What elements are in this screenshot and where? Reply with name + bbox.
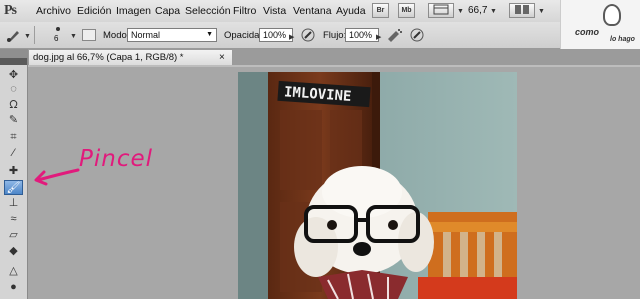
tools-panel-header[interactable]: [0, 58, 27, 65]
flow-label: Flujo:: [323, 30, 347, 41]
eraser-tool-icon[interactable]: ▱: [4, 228, 23, 243]
menu-filtro[interactable]: Filtro: [233, 5, 256, 17]
menu-edicion[interactable]: Edición: [77, 5, 111, 17]
arrange-caret-icon[interactable]: ▼: [538, 8, 545, 15]
flow-caret-icon[interactable]: ▶: [376, 33, 381, 41]
mode-select[interactable]: Normal ▼: [127, 28, 217, 42]
document-tab[interactable]: dog.jpg al 66,7% (Capa 1, RGB/8) * ×: [28, 49, 233, 65]
dog-photo: IMLOVINE: [238, 72, 517, 299]
quick-select-tool-icon[interactable]: ✎: [4, 113, 23, 128]
mini-bridge-button[interactable]: Mb: [398, 3, 415, 18]
document-tab-title: dog.jpg al 66,7% (Capa 1, RGB/8) *: [33, 52, 184, 63]
mode-value: Normal: [131, 30, 161, 40]
menu-ventana[interactable]: Ventana: [293, 5, 332, 17]
brand-logo: como lo hago: [560, 0, 640, 52]
mode-caret-icon: ▼: [206, 31, 213, 38]
menu-archivo[interactable]: Archivo: [36, 5, 71, 17]
arrange-documents-button[interactable]: [509, 3, 535, 18]
brush-tool-icon[interactable]: 🖌: [4, 180, 23, 195]
tablet-opacity-pressure-icon[interactable]: [300, 27, 316, 43]
guides-icon: [433, 4, 449, 15]
lasso-tool-icon[interactable]: ᘯ: [4, 98, 23, 113]
opacity-field[interactable]: 100%: [259, 28, 293, 42]
healing-tool-icon[interactable]: ✚: [4, 164, 23, 179]
flow-field[interactable]: 100%: [345, 28, 379, 42]
app-logo: Ps: [4, 3, 17, 18]
menu-ayuda[interactable]: Ayuda: [336, 5, 366, 17]
lightbulb-icon: [603, 4, 621, 26]
brush-size[interactable]: 6: [54, 34, 58, 43]
brand-text-line2: lo hago: [610, 36, 635, 43]
brush-panel-toggle-icon[interactable]: [82, 29, 96, 41]
stamp-tool-icon[interactable]: ⊥: [4, 196, 23, 211]
tablet-size-pressure-icon[interactable]: [409, 27, 425, 43]
annotation-label: Pincel: [79, 146, 154, 172]
airbrush-icon[interactable]: [386, 27, 402, 43]
opacity-caret-icon[interactable]: ▶: [289, 33, 294, 41]
canvas-photo[interactable]: IMLOVINE: [238, 72, 517, 299]
bridge-button[interactable]: Br: [372, 3, 389, 18]
bucket-tool-icon[interactable]: ◆: [4, 244, 23, 259]
options-bar: ▼ 6 ▼ Modo: Normal ▼ Opacidad: 100% ▶ Fl…: [0, 22, 560, 49]
close-tab-icon[interactable]: ×: [219, 50, 225, 65]
menu-seleccion[interactable]: Selección: [185, 5, 231, 17]
dodge-tool-icon[interactable]: ●: [4, 280, 23, 295]
blur-tool-icon[interactable]: △: [4, 264, 23, 279]
tool-preset-caret-icon[interactable]: ▼: [24, 33, 31, 40]
brush-tip-icon: [56, 27, 60, 31]
eyedropper-tool-icon[interactable]: ⁄: [4, 146, 23, 161]
menu-capa[interactable]: Capa: [155, 5, 180, 17]
marquee-tool-icon[interactable]: ◌: [4, 82, 23, 97]
brand-text-line1: como: [575, 27, 600, 37]
separator: [34, 26, 35, 44]
zoom-level[interactable]: 66,7: [468, 5, 487, 16]
crop-tool-icon[interactable]: ⌗: [4, 130, 23, 145]
history-brush-tool-icon[interactable]: ≈: [4, 212, 23, 227]
zoom-caret-icon[interactable]: ▼: [490, 8, 497, 15]
menu-bar: Ps Archivo Edición Imagen Capa Selección…: [0, 0, 640, 23]
move-tool-icon[interactable]: ✥: [4, 68, 23, 83]
view-extras-caret-icon[interactable]: ▼: [457, 8, 464, 15]
menu-imagen[interactable]: Imagen: [116, 5, 151, 17]
mode-label: Modo:: [103, 30, 130, 41]
menu-vista[interactable]: Vista: [263, 5, 286, 17]
brush-preset-icon[interactable]: [6, 27, 22, 43]
view-extras-button[interactable]: [428, 3, 454, 18]
brush-picker-caret-icon[interactable]: ▼: [70, 33, 77, 40]
arrange-icon: [515, 5, 529, 14]
annotation-arrow-icon: [34, 168, 80, 186]
